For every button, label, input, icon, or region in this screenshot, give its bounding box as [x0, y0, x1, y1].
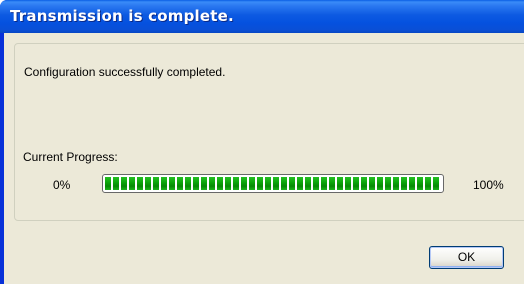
dialog-body: Configuration successfully completed. Cu… [4, 33, 524, 284]
status-group: Configuration successfully completed. Cu… [14, 43, 524, 221]
progress-fill [105, 177, 441, 190]
dialog-window: Transmission is complete. Configuration … [0, 0, 524, 284]
progress-segments [105, 177, 441, 190]
window-title: Transmission is complete. [10, 7, 234, 25]
title-bar[interactable]: Transmission is complete. [0, 0, 524, 33]
ok-button[interactable]: OK [429, 246, 504, 269]
progress-label: Current Progress: [23, 150, 118, 164]
progress-bar [102, 174, 444, 193]
progress-end-label: 100% [473, 178, 504, 192]
progress-start-label: 0% [53, 178, 71, 192]
status-message: Configuration successfully completed. [24, 65, 226, 79]
